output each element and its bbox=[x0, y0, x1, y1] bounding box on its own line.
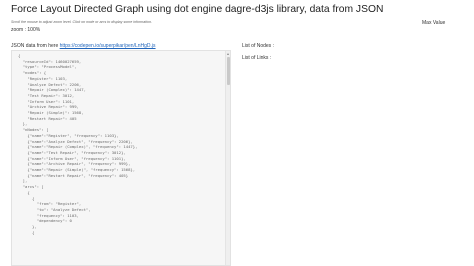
zoom-readout: zoom : 100% bbox=[11, 27, 41, 33]
max-value-label: Max Value bbox=[422, 20, 446, 26]
scroll-up-icon[interactable]: ▴ bbox=[226, 52, 230, 56]
json-code-block: { "resourceId": 1460027659, "type": "Pro… bbox=[12, 51, 230, 236]
json-code-panel[interactable]: { "resourceId": 1460027659, "type": "Pro… bbox=[11, 50, 231, 266]
code-line: { bbox=[18, 229, 35, 235]
json-caption-text: JSON data from here bbox=[11, 43, 59, 49]
scroll-thumb[interactable] bbox=[226, 57, 230, 85]
list-of-nodes-label: List of Nodes : bbox=[242, 43, 274, 49]
json-source-caption: JSON data from here https://codepen.io/s… bbox=[11, 43, 156, 49]
page-title: Force Layout Directed Graph using dot en… bbox=[11, 4, 384, 15]
code-scrollbar[interactable]: ▴ bbox=[225, 51, 230, 265]
json-source-link[interactable]: https://codepen.io/superpikar/pen/LnHgD.… bbox=[60, 43, 156, 49]
zoom-instructions: Scroll the mouse to adjust zoom level. C… bbox=[11, 20, 153, 24]
list-of-links-label: List of Links : bbox=[242, 55, 272, 61]
